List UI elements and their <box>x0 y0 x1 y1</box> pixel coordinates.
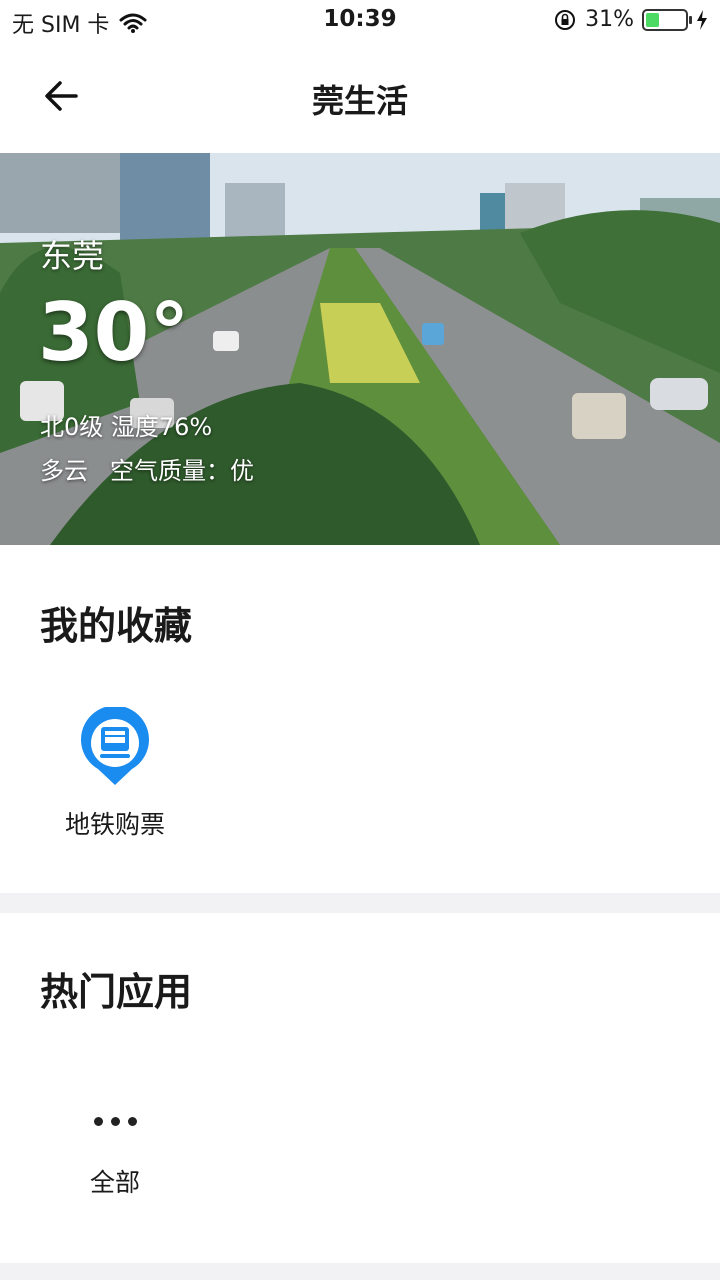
orientation-lock-icon <box>555 9 576 30</box>
weather-condition-row: 多云 空气质量：优 <box>40 451 254 486</box>
favorites-section: 我的收藏 地铁购票 <box>0 545 720 893</box>
page-title: 莞生活 <box>311 82 408 120</box>
weather-condition: 多云 <box>40 457 88 485</box>
hot-app-item-all[interactable]: 全部 <box>40 1093 190 1199</box>
favorite-item-metro-ticket[interactable]: 地铁购票 <box>40 705 190 841</box>
weather-wind-humidity: 北0级 湿度76% <box>40 413 213 441</box>
nav-bar: 莞生活 <box>0 40 720 153</box>
air-quality: 空气质量：优 <box>110 457 254 485</box>
hot-apps-section: 热门应用 全部 <box>0 913 720 1263</box>
metro-ticket-icon <box>81 705 149 785</box>
favorite-item-label: 地铁购票 <box>64 810 165 839</box>
battery-fill <box>646 12 660 27</box>
weather-temperature: 30° <box>38 286 190 379</box>
hot-apps-title: 热门应用 <box>40 970 193 1014</box>
charging-bolt-icon <box>697 9 707 30</box>
more-dots-icon <box>40 1093 190 1149</box>
hot-app-item-label: 全部 <box>89 1168 140 1197</box>
weather-city: 东莞 <box>40 237 105 275</box>
battery-icon <box>642 8 692 31</box>
weather-banner: 东莞 30° 北0级 湿度76% 多云 空气质量：优 <box>0 153 720 545</box>
status-bar: 无 SIM 卡 10:39 31% <box>0 0 720 40</box>
favorites-title: 我的收藏 <box>40 604 193 648</box>
battery-percent: 31% <box>585 7 634 32</box>
